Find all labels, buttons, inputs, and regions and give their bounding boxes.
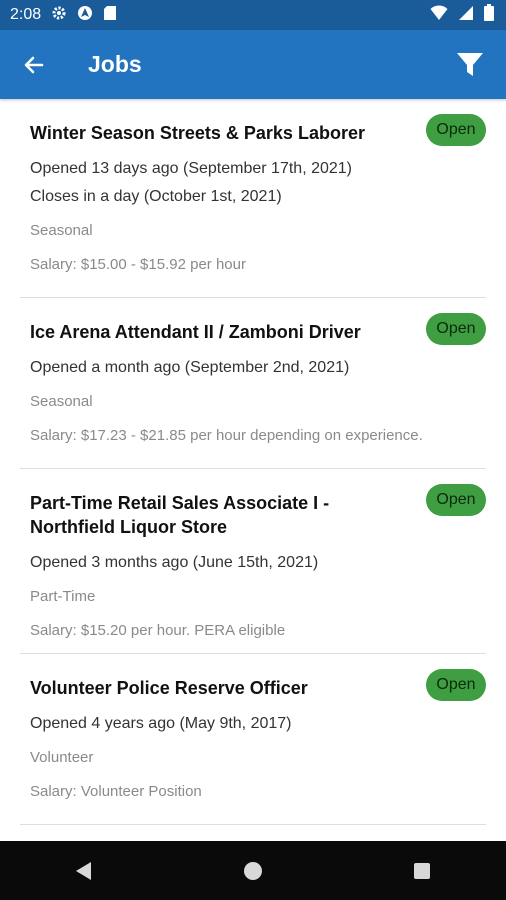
location-icon [77,5,93,26]
nav-back-button[interactable] [54,846,114,896]
status-badge: Open [426,669,486,701]
job-card[interactable]: Volunteer Police Reserve Officer Open Op… [20,654,486,825]
settings-icon [51,5,67,26]
job-closes: Closes in a day (October 1st, 2021) [30,188,282,205]
job-opened: Opened 13 days ago (September 17th, 2021… [30,160,352,177]
job-salary: Salary: $15.20 per hour. PERA eligible [30,622,286,639]
job-type: Seasonal [30,222,93,239]
job-salary: Salary: $15.00 - $15.92 per hour [30,256,246,273]
wifi-icon [430,4,448,26]
job-list: Winter Season Streets & Parks Laborer Op… [0,99,506,825]
job-title: Winter Season Streets & Parks Laborer [30,123,365,143]
status-bar: 2:08 [0,0,506,30]
job-title: Volunteer Police Reserve Officer [30,678,308,698]
nav-recents-button[interactable] [392,846,452,896]
status-time: 2:08 [10,6,42,23]
status-badge: Open [426,313,486,345]
nav-recents-icon [413,862,430,879]
back-arrow-icon [24,56,44,73]
status-right [430,4,494,26]
job-card[interactable]: Ice Arena Attendant II / Zamboni Driver … [20,298,486,469]
nav-home-button[interactable] [223,846,283,896]
job-type: Seasonal [30,393,93,410]
back-button[interactable] [16,47,52,83]
signal-icon [458,5,474,26]
page-title: Jobs [88,51,142,77]
filter-icon [457,52,483,76]
job-title: Ice Arena Attendant II / Zamboni Driver [30,322,361,342]
filter-button[interactable] [450,45,490,85]
status-left: 2:08 [10,5,117,26]
nav-home-icon [243,861,262,880]
job-opened: Opened 3 months ago (June 15th, 2021) [30,554,319,571]
job-type: Volunteer [30,749,94,766]
navigation-bar [0,841,506,900]
sd-card-icon [103,5,117,26]
status-badge: Open [426,484,486,516]
job-salary: Salary: Volunteer Position [30,783,202,800]
job-card[interactable]: Part-Time Retail Sales Associate I - Nor… [20,469,486,654]
job-title: Part-Time Retail Sales Associate I - Nor… [30,493,330,537]
nav-back-icon [76,861,92,880]
job-card[interactable]: Winter Season Streets & Parks Laborer Op… [20,99,486,298]
job-type: Part-Time [30,588,96,605]
battery-icon [484,4,494,26]
status-badge: Open [426,114,486,146]
job-opened: Opened 4 years ago (May 9th, 2017) [30,715,292,732]
app-bar: Jobs [0,30,506,99]
job-salary: Salary: $17.23 - $21.85 per hour dependi… [30,427,423,444]
job-opened: Opened a month ago (September 2nd, 2021) [30,359,350,376]
